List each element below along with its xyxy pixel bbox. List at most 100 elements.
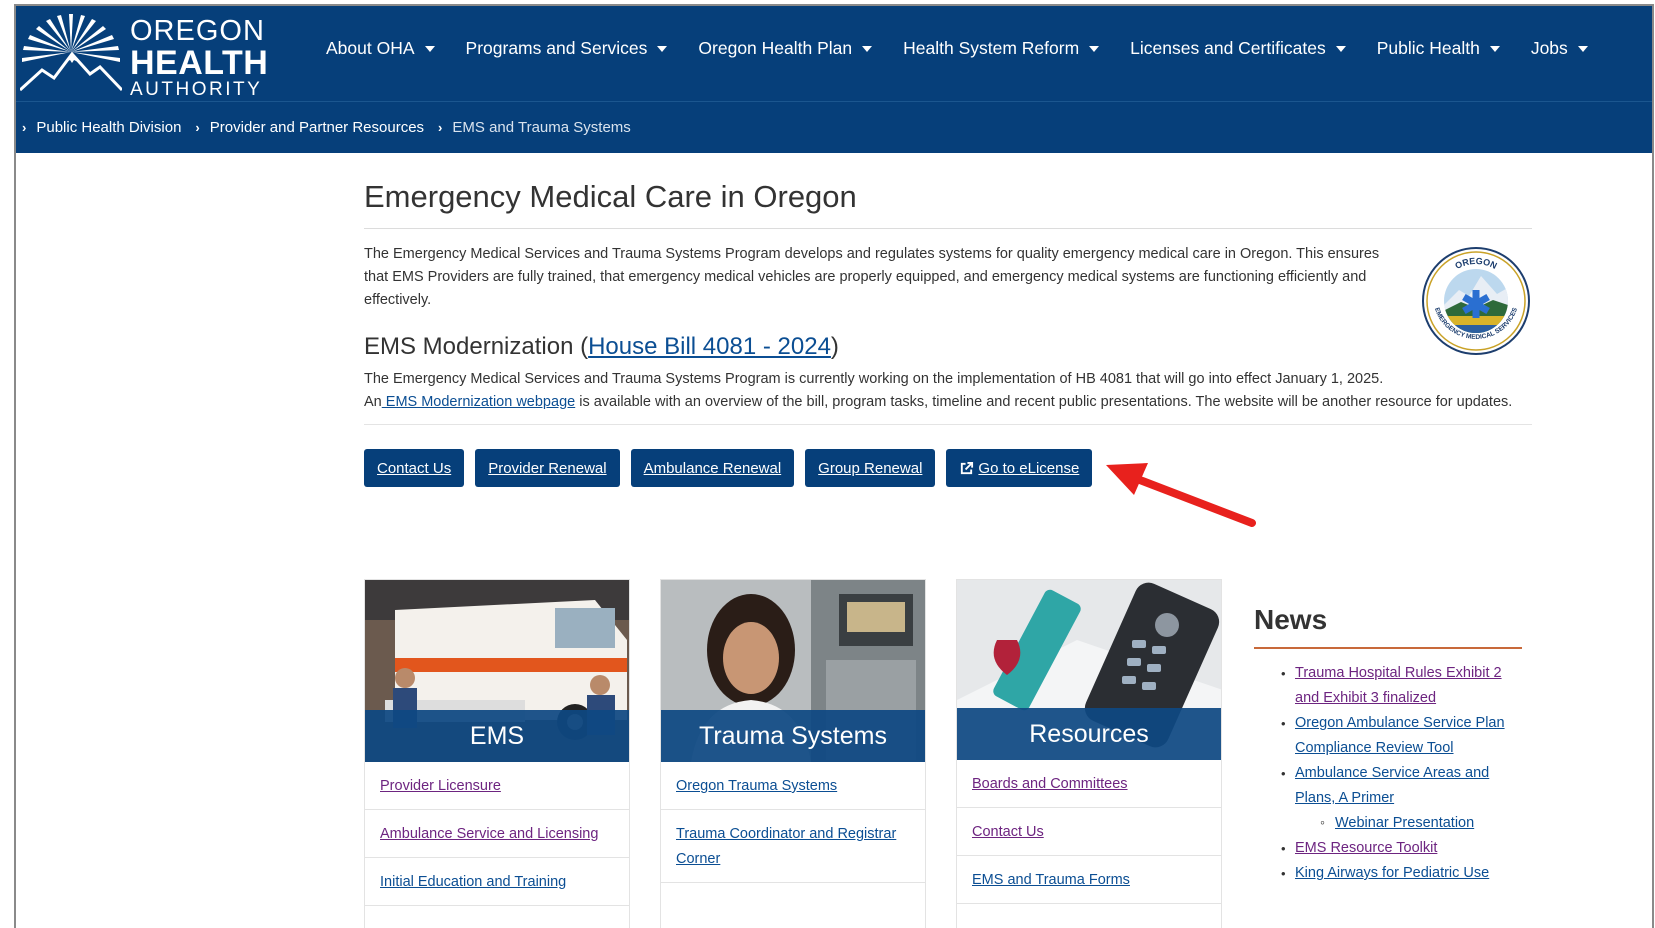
action-buttons: Contact Us Provider Renewal Ambulance Re… <box>364 449 1103 487</box>
initial-education-training-link[interactable]: Initial Education and Training <box>365 858 629 906</box>
nav-label: Oregon Health Plan <box>698 38 853 58</box>
red-arrow-annotation <box>1106 463 1256 527</box>
main-nav: About OHA Programs and Services Oregon H… <box>326 38 1619 59</box>
ambulance-renewal-button[interactable]: Ambulance Renewal <box>630 449 795 487</box>
ems-trauma-forms-link[interactable]: EMS and Trauma Forms <box>957 856 1221 904</box>
news-list: Trauma Hospital Rules Exhibit 2 and Exhi… <box>1266 661 1526 886</box>
nav-label: Jobs <box>1530 38 1568 58</box>
boards-committees-link[interactable]: Boards and Committees <box>957 760 1221 808</box>
nav-licenses-certificates[interactable]: Licenses and Certificates <box>1130 38 1346 59</box>
link-text: Boards and Committees <box>972 776 1128 792</box>
trauma-coordinator-registrar-link[interactable]: Trauma Coordinator and Registrar Corner <box>661 810 925 883</box>
logo-wordmark: OREGON HEALTH AUTHORITY <box>130 17 268 100</box>
page-title: Emergency Medical Care in Oregon <box>364 179 857 214</box>
ems-modernization-heading: EMS Modernization (House Bill 4081 - 202… <box>364 333 839 361</box>
button-label: Provider Renewal <box>488 459 607 477</box>
divider <box>364 424 1532 425</box>
provider-licensure-link[interactable]: Provider Licensure <box>365 762 629 810</box>
nav-label: Licenses and Certificates <box>1130 38 1326 58</box>
card-title: EMS <box>365 710 629 762</box>
caret-down-icon <box>1577 45 1588 52</box>
news-divider <box>1254 647 1522 649</box>
breadcrumb-public-health-division[interactable]: Public Health Division <box>36 119 181 136</box>
link-text: Initial Education and Training <box>380 874 567 890</box>
heading-prefix: EMS Modernization ( <box>364 333 589 360</box>
nav-public-health[interactable]: Public Health <box>1377 38 1500 59</box>
news-item[interactable]: Oregon Ambulance Service Plan Compliance… <box>1266 711 1526 761</box>
button-label: Go to eLicense <box>978 459 1080 477</box>
nav-oregon-health-plan[interactable]: Oregon Health Plan <box>698 38 873 59</box>
nav-label: Health System Reform <box>903 38 1080 58</box>
button-label: Group Renewal <box>818 459 923 477</box>
nav-about-oha[interactable]: About OHA <box>326 38 435 59</box>
news-link[interactable]: King Airways for Pediatric Use <box>1295 865 1489 881</box>
go-to-elicense-button[interactable]: Go to eLicense <box>946 449 1093 487</box>
caret-down-icon <box>1489 45 1500 52</box>
card-title: Trauma Systems <box>661 710 925 762</box>
nav-jobs[interactable]: Jobs <box>1531 38 1588 59</box>
news-link[interactable]: EMS Resource Toolkit <box>1295 840 1437 856</box>
contact-us-button[interactable]: Contact Us <box>364 449 465 487</box>
oregon-ems-seal: OREGON EMERGENCY MEDICAL SERVICES <box>1422 247 1530 355</box>
link-text: Trauma Coordinator and Registrar Corner <box>676 826 897 867</box>
caret-down-icon <box>1335 45 1346 52</box>
link-text: Provider Licensure <box>380 778 501 794</box>
provider-renewal-button[interactable]: Provider Renewal <box>475 449 620 487</box>
card-title: Resources <box>957 708 1221 760</box>
browser-viewport: OREGON HEALTH AUTHORITY About OHA Progra… <box>14 4 1654 928</box>
breadcrumb-current: EMS and Trauma Systems <box>452 119 631 136</box>
news-link[interactable]: Trauma Hospital Rules Exhibit 2 and Exhi… <box>1295 665 1502 706</box>
news-subitem[interactable]: Webinar Presentation <box>1266 810 1526 836</box>
ems-modernization-webpage-link[interactable]: EMS Modernization webpage <box>382 394 575 410</box>
trauma-photo: Trauma Systems <box>661 580 925 762</box>
card-ems: EMS Provider Licensure Ambulance Service… <box>364 579 630 928</box>
nav-health-system-reform[interactable]: Health System Reform <box>903 38 1100 59</box>
news-link[interactable]: Oregon Ambulance Service Plan Compliance… <box>1295 715 1505 756</box>
news-item[interactable]: Trauma Hospital Rules Exhibit 2 and Exhi… <box>1266 661 1526 711</box>
link-text: EMS and Trauma Forms <box>972 872 1130 888</box>
news-item[interactable]: Ambulance Service Areas and Plans, A Pri… <box>1266 761 1526 811</box>
logo-oregon: OREGON <box>130 15 265 47</box>
news-link[interactable]: Webinar Presentation <box>1335 815 1474 831</box>
modernization-line1: The Emergency Medical Services and Traum… <box>364 371 1384 387</box>
card-resources: Resources Boards and Committees Contact … <box>956 579 1222 928</box>
resources-photo: Resources <box>957 580 1221 760</box>
caret-down-icon <box>862 45 873 52</box>
oha-logo[interactable]: OREGON HEALTH AUTHORITY <box>20 10 270 100</box>
oregon-trauma-systems-link[interactable]: Oregon Trauma Systems <box>661 762 925 810</box>
chevron-right-icon: › <box>22 120 27 135</box>
modernization-line2: An EMS Modernization webpage is availabl… <box>364 391 1534 414</box>
caret-down-icon <box>424 45 435 52</box>
link-text: Oregon Trauma Systems <box>676 778 838 794</box>
breadcrumb-provider-partner-resources[interactable]: Provider and Partner Resources <box>210 119 424 136</box>
chevron-right-icon: › <box>438 120 443 135</box>
heading-suffix: ) <box>830 333 839 360</box>
nav-label: Programs and Services <box>465 38 648 58</box>
logo-authority: AUTHORITY <box>130 79 263 100</box>
modernization-paragraph: The Emergency Medical Services and Traum… <box>364 368 1534 414</box>
line2-suffix: is available with an overview of the bil… <box>575 394 1513 410</box>
chevron-right-icon: › <box>195 120 200 135</box>
external-link-icon <box>961 461 974 474</box>
nav-label: About OHA <box>326 38 415 58</box>
house-bill-link[interactable]: House Bill 4081 - 2024 <box>588 333 831 360</box>
nav-label: Public Health <box>1376 38 1480 58</box>
news-item[interactable]: EMS Resource Toolkit <box>1266 836 1526 861</box>
ambulance-service-licensing-link[interactable]: Ambulance Service and Licensing <box>365 810 629 858</box>
news-item[interactable]: King Airways for Pediatric Use <box>1266 861 1526 886</box>
ems-photo: EMS <box>365 580 629 762</box>
contact-us-link[interactable]: Contact Us <box>957 808 1221 856</box>
logo-health: HEALTH <box>130 44 269 82</box>
breadcrumb: › Public Health Division › Provider and … <box>16 101 1652 153</box>
divider <box>364 228 1532 229</box>
news-link[interactable]: Ambulance Service Areas and Plans, A Pri… <box>1295 765 1489 806</box>
card-trauma-systems: Trauma Systems Oregon Trauma Systems Tra… <box>660 579 926 928</box>
button-label: Ambulance Renewal <box>643 459 782 477</box>
intro-paragraph: The Emergency Medical Services and Traum… <box>364 246 1380 308</box>
nav-programs-services[interactable]: Programs and Services <box>466 38 668 59</box>
site-header: OREGON HEALTH AUTHORITY About OHA Progra… <box>16 6 1652 101</box>
news-heading: News <box>1254 604 1328 635</box>
caret-down-icon <box>1089 45 1100 52</box>
group-renewal-button[interactable]: Group Renewal <box>805 449 936 487</box>
sunburst-mountain-icon <box>20 14 122 92</box>
